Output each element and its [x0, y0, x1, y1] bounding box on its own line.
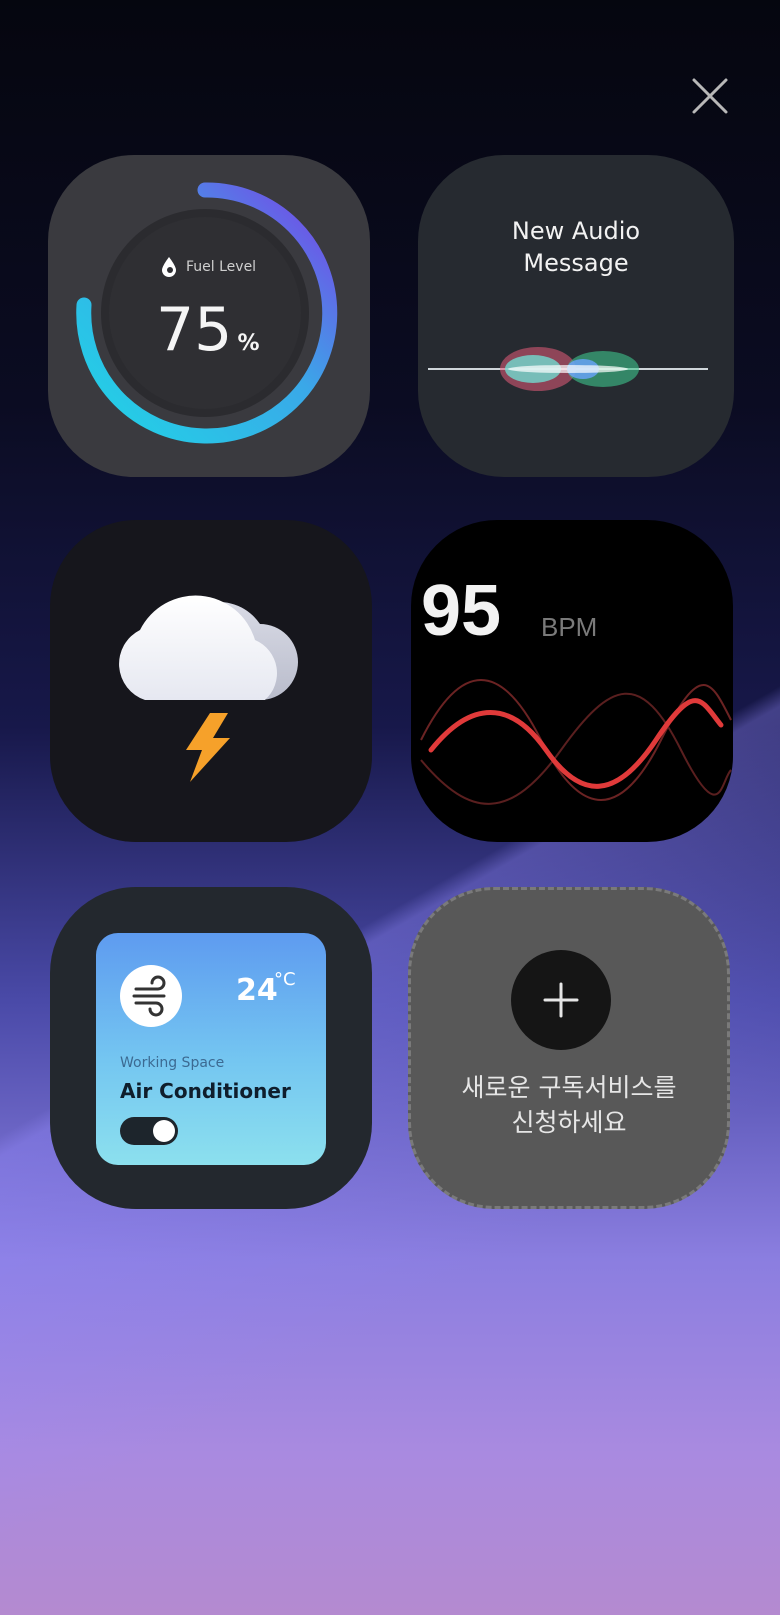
ac-location: Working Space	[120, 1055, 225, 1071]
weather-widget[interactable]	[50, 520, 372, 842]
add-subscription-text: 새로운 구독서비스를 신청하세요	[461, 1073, 677, 1137]
ac-name: Air Conditioner	[120, 1079, 291, 1103]
plus-icon	[543, 982, 579, 1018]
ac-temperature: 24	[236, 973, 278, 1008]
add-subscription-card[interactable]: 새로운 구독서비스를 신청하세요	[408, 887, 730, 1209]
close-button[interactable]	[690, 76, 730, 116]
siri-waveform	[428, 347, 708, 391]
fuel-level-widget[interactable]: Fuel Level 75 %	[48, 155, 370, 477]
fuel-percentage: 75	[156, 295, 233, 365]
heart-rate-widget[interactable]: 95 BPM	[411, 520, 733, 842]
ac-power-toggle[interactable]	[120, 1117, 178, 1145]
air-conditioner-widget[interactable]: 24 °C Working Space Air Conditioner	[50, 887, 372, 1209]
audio-message-widget[interactable]: New Audio Message	[418, 155, 734, 477]
fuel-unit: %	[237, 331, 260, 356]
thunderstorm-icon	[119, 595, 298, 782]
fuel-value: 75 %	[156, 295, 260, 365]
close-icon	[692, 78, 728, 114]
air-conditioner-panel: 24 °C Working Space Air Conditioner	[96, 933, 326, 1165]
fuel-label: Fuel Level	[186, 259, 257, 275]
toggle-knob	[153, 1120, 175, 1142]
wind-icon	[120, 965, 182, 1027]
ac-temperature-unit: °C	[274, 969, 296, 990]
add-button[interactable]	[511, 950, 611, 1050]
heartbeat-wave	[420, 679, 732, 805]
